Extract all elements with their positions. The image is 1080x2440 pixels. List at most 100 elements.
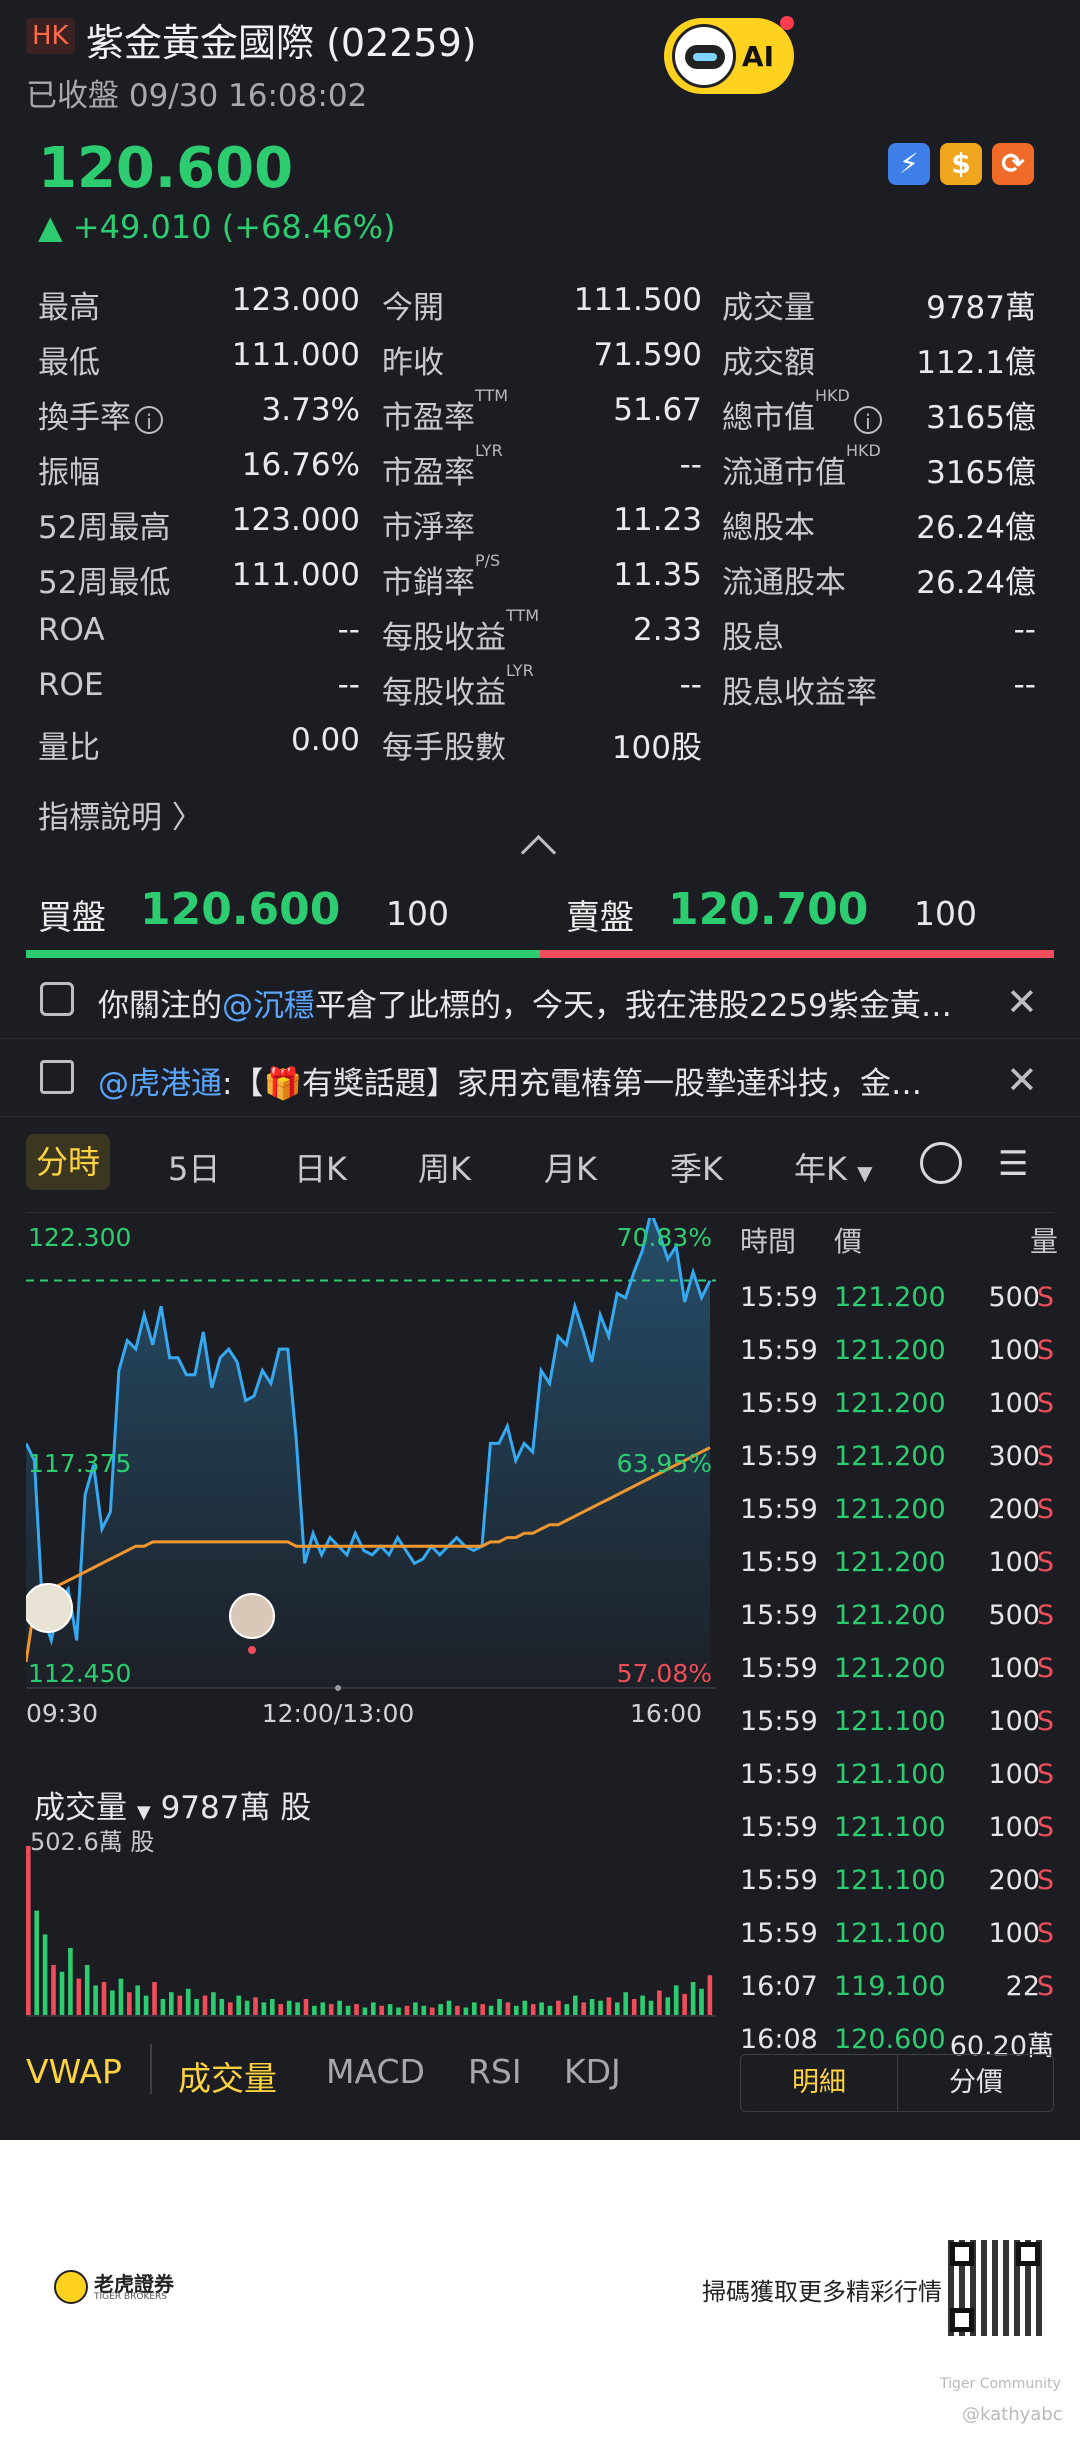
trades-segment[interactable]: 明細 分價 [740, 2054, 1054, 2112]
info-icon[interactable]: i [135, 405, 163, 434]
stock-title: 紫金黃金國際 (02259) [86, 21, 477, 65]
volume-bar [446, 2000, 452, 2016]
trade-price: 121.100 [834, 1918, 946, 1949]
indicator-volume[interactable]: 成交量 [178, 2052, 277, 2100]
volume-bar [682, 1993, 687, 2016]
options-icon[interactable]: ⟳ [992, 143, 1034, 185]
collapse-icon[interactable] [520, 834, 557, 871]
volume-label: 成交量 [34, 1790, 127, 1826]
trade-volume: 200 [988, 1494, 1040, 1525]
tab-quarterly[interactable]: 季K [670, 1144, 723, 1190]
volume-bar [228, 2002, 233, 2016]
close-icon[interactable]: ✕ [1006, 980, 1038, 1024]
notice-topic[interactable]: @虎港通:【🎁有獎話題】家用充電樁第一股摯達科技，金… ✕ [0, 1040, 1080, 1117]
volume-bar [286, 2000, 292, 2016]
info-icon[interactable]: i [853, 405, 882, 434]
tab-5day[interactable]: 5日 [168, 1144, 220, 1190]
intraday-chart[interactable]: 122.300 117.375 112.450 70.83% 63.95% 57.08% 0… [26, 1218, 716, 1728]
marker-dot [248, 1646, 256, 1654]
volume-bar [472, 2002, 477, 2016]
tab-yearly[interactable]: 年K ▼ [794, 1144, 873, 1190]
volume-bar [539, 2002, 544, 2016]
trade-row: 15:59 121.200 200 S [740, 1494, 1054, 1547]
volume-bar [371, 2002, 376, 2016]
stat-label: 市盈率TTM [382, 386, 509, 436]
close-icon[interactable]: ✕ [1006, 1058, 1038, 1102]
trade-time: 16:08 [740, 2024, 818, 2055]
stat-label: 振幅 [38, 455, 100, 491]
volume-bar [480, 2004, 485, 2016]
trade-side: S [1036, 1653, 1054, 1684]
y-label-low: 112.450 [28, 1659, 131, 1688]
indicator-macd[interactable]: MACD [326, 2052, 425, 2091]
user-circle-icon[interactable] [920, 1142, 962, 1184]
trade-time: 15:59 [740, 1335, 818, 1366]
stat-label-sup: HKD [815, 386, 850, 405]
trade-side: S [1036, 1865, 1054, 1896]
indicator-explanation-link[interactable]: 指標說明 〉 [38, 792, 203, 837]
volume-bar [26, 1846, 31, 2016]
volume-chart[interactable] [26, 1826, 716, 2022]
volume-header[interactable]: 成交量 ▼ 9787萬 股 [34, 1782, 311, 1827]
stat-label: 最高 [38, 290, 100, 326]
notice-follow[interactable]: 你關注的@沉穩平倉了此標的，今天，我在港股2259紫金黃… ✕ [0, 962, 1080, 1039]
stat-label-sup: P/S [475, 551, 501, 570]
notice-pre: 你關注的 [98, 988, 222, 1024]
y-pct-low: 57.08% [617, 1659, 712, 1688]
volume-bar [143, 1995, 149, 2016]
volume-bar [303, 1999, 309, 2016]
notice-post: 平倉了此標的，今天，我在港股2259紫金黃… [315, 988, 952, 1024]
trade-row: 15:59 121.200 500 S [740, 1282, 1054, 1335]
tab-daily[interactable]: 日K [294, 1144, 347, 1190]
stat-row: 52周最高 123.000 市淨率 11.23 總股本 26.24億 [0, 502, 1080, 557]
indicator-kdj[interactable]: KDJ [564, 2052, 621, 2091]
tab-intraday[interactable]: 分時 [26, 1134, 110, 1190]
indicator-rsi[interactable]: RSI [468, 2052, 522, 2091]
trade-price: 121.100 [834, 1812, 946, 1843]
stat-label-sup: TTM [475, 386, 509, 405]
volume-bar [547, 2005, 553, 2016]
stat-value: -- [337, 667, 360, 703]
notice-text: 你關注的@沉穩平倉了此標的，今天，我在港股2259紫金黃… [98, 980, 968, 1025]
trade-side: S [1036, 1759, 1054, 1790]
notice-mention[interactable]: @虎港通 [98, 1066, 222, 1102]
volume-bar [497, 1999, 502, 2016]
stat-value: 11.35 [613, 557, 702, 593]
volume-bar [93, 1985, 98, 2016]
trade-price: 121.200 [834, 1653, 946, 1684]
stat-value: -- [337, 612, 360, 648]
stat-label: 52周最高 [38, 510, 171, 546]
trade-side: S [1036, 1547, 1054, 1578]
stat-value: 0.00 [290, 722, 360, 758]
notice-mention[interactable]: @沉穩 [222, 988, 315, 1024]
stat-row: 量比 0.00 每手股數 100股 [0, 722, 1080, 777]
indicator-vwap[interactable]: VWAP [26, 2052, 122, 2091]
trade-price: 121.100 [834, 1759, 946, 1790]
stat-label: 昨收 [382, 345, 444, 381]
flash-icon[interactable]: ⚡ [888, 143, 930, 185]
volume-bar [581, 2002, 586, 2016]
ask-price: 120.700 [668, 884, 869, 935]
stat-label: 每股收益TTM [382, 606, 540, 656]
chart-settings-icon[interactable]: ☰ [998, 1144, 1028, 1184]
trade-volume: 100 [988, 1759, 1040, 1790]
volume-bar [328, 2004, 334, 2016]
ai-button[interactable]: AI [664, 18, 794, 94]
trade-row: 15:59 121.100 100 S [740, 1759, 1054, 1812]
bid-qty: 100 [386, 894, 449, 933]
tab-price-distribution[interactable]: 分價 [898, 2055, 1054, 2111]
volume-bar [152, 1982, 157, 2016]
trade-price: 121.100 [834, 1865, 946, 1896]
tab-weekly[interactable]: 周K [418, 1144, 471, 1190]
volume-bar [379, 2005, 384, 2016]
stat-value: 26.24億 [916, 565, 1036, 601]
volume-bar [606, 1997, 612, 2016]
tab-monthly[interactable]: 月K [544, 1144, 597, 1190]
volume-bar [673, 1985, 679, 2016]
tab-details[interactable]: 明細 [741, 2055, 898, 2111]
stat-label: 總市值HKDi [722, 386, 882, 437]
share-icon [40, 982, 74, 1016]
dollar-icon[interactable]: $ [940, 143, 982, 185]
trade-side: S [1036, 1388, 1054, 1419]
stat-label: 市淨率 [382, 510, 475, 546]
